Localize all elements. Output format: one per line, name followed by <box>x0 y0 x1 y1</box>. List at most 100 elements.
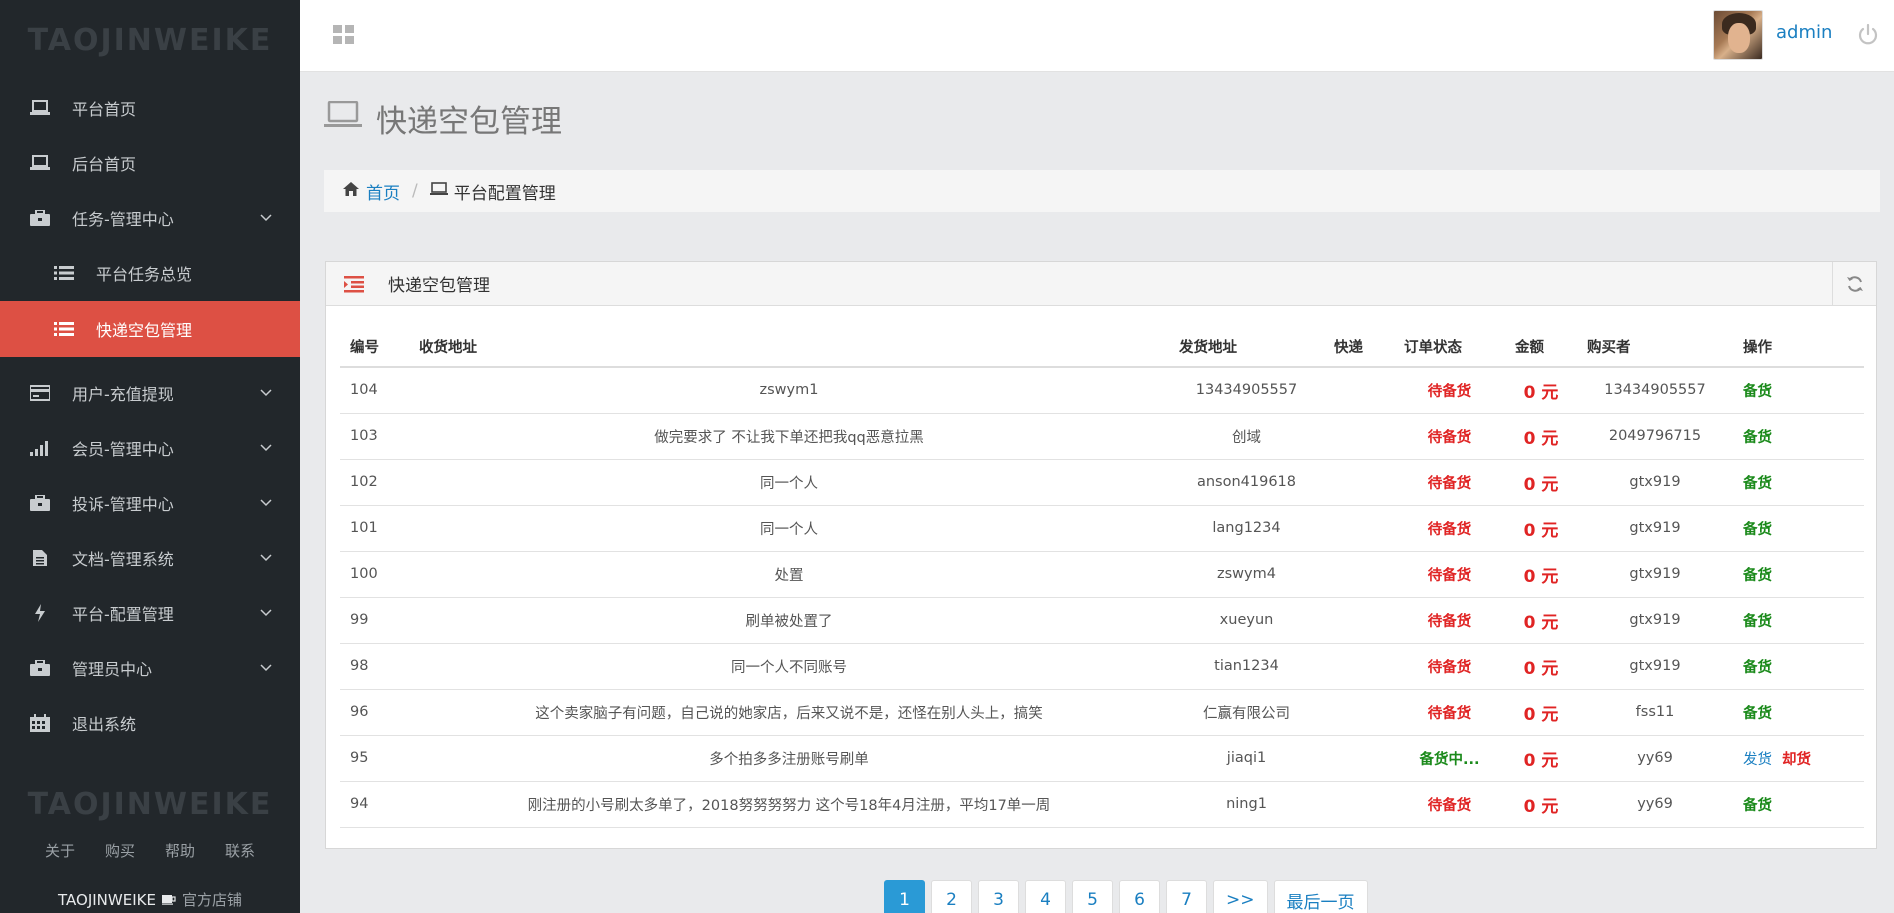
column-header-id[interactable]: 编号 <box>340 327 409 368</box>
column-header-action[interactable]: 操作 <box>1733 327 1864 368</box>
sidebar-item-label: 退出系统 <box>72 714 137 734</box>
footer-link-buy[interactable]: 购买 <box>105 840 135 861</box>
cell-action: 备货 <box>1733 643 1864 690</box>
footer-link-contact[interactable]: 联系 <box>225 840 255 861</box>
cell-buyer: gtx919 <box>1577 459 1733 506</box>
table-row: 100 处置 zswym4 待备货 0 元 gtx919 备货 <box>340 551 1864 598</box>
stock-button[interactable]: 备货 <box>1743 660 1772 676</box>
sidebar-item-platform-home[interactable]: 平台首页 <box>0 80 300 135</box>
stock-button[interactable]: 备货 <box>1743 568 1772 584</box>
sidebar-item-label: 用户-充值提现 <box>72 384 174 404</box>
column-header-send-address[interactable]: 发货地址 <box>1169 327 1324 368</box>
power-icon[interactable] <box>1857 23 1879 46</box>
cell-recv-address: 刚注册的小号刷太多单了，2018努努努努力 这个号18年4月注册，平均17单一周 <box>409 781 1169 828</box>
cell-express <box>1324 597 1394 644</box>
sidebar-item-admin-home[interactable]: 后台首页 <box>0 135 300 190</box>
breadcrumb-home-link[interactable]: 首页 <box>366 179 400 204</box>
sidebar-footer-shop[interactable]: TAOJINWEIKE 官方店铺 <box>0 889 300 910</box>
cell-id: 96 <box>340 689 409 736</box>
cell-recv-address: 同一个人 <box>409 505 1169 552</box>
sidebar-item-task-center[interactable]: 任务-管理中心 <box>0 190 300 245</box>
sidebar-item-docs-system[interactable]: 文档-管理系统 <box>0 530 300 585</box>
page-5-button[interactable]: 5 <box>1072 880 1113 913</box>
cell-status: 待备货 <box>1394 367 1505 414</box>
home-icon <box>342 181 360 202</box>
stock-button[interactable]: 备货 <box>1743 384 1772 400</box>
cell-status: 待备货 <box>1394 689 1505 736</box>
cell-buyer: fss11 <box>1577 689 1733 736</box>
bolt-icon <box>28 603 52 623</box>
stock-button[interactable]: 备货 <box>1743 706 1772 722</box>
table-row: 96 这个卖家脑子有问题，自己说的她家店，后来又说不是，还怪在别人头上，搞笑 仁… <box>340 689 1864 736</box>
username-link[interactable]: admin <box>1776 22 1832 43</box>
page-title: 快递空包管理 <box>324 96 562 141</box>
cell-id: 101 <box>340 505 409 552</box>
column-header-status[interactable]: 订单状态 <box>1394 327 1505 368</box>
page-4-button[interactable]: 4 <box>1025 880 1066 913</box>
sidebar-item-label: 文档-管理系统 <box>72 549 174 569</box>
refresh-icon[interactable] <box>1832 262 1876 305</box>
column-header-amount[interactable]: 金额 <box>1505 327 1577 368</box>
footer-link-help[interactable]: 帮助 <box>165 840 195 861</box>
cell-buyer: gtx919 <box>1577 551 1733 598</box>
cell-status: 待备货 <box>1394 643 1505 690</box>
cell-id: 102 <box>340 459 409 506</box>
stock-button[interactable]: 备货 <box>1743 522 1772 538</box>
sidebar-item-member-center[interactable]: 会员-管理中心 <box>0 420 300 475</box>
grid-menu-icon[interactable] <box>333 25 355 45</box>
page-2-button[interactable]: 2 <box>931 880 972 913</box>
sidebar-item-admin-center[interactable]: 管理员中心 <box>0 640 300 695</box>
cell-amount: 0 元 <box>1505 505 1577 552</box>
credit-card-icon <box>28 383 52 403</box>
cell-id: 104 <box>340 367 409 414</box>
cell-status: 待备货 <box>1394 781 1505 828</box>
sidebar-item-express-package[interactable]: 快递空包管理 <box>0 301 300 357</box>
next-page-button[interactable]: >> <box>1213 880 1268 913</box>
last-page-button[interactable]: 最后一页 <box>1273 880 1368 913</box>
page-1-button[interactable]: 1 <box>884 880 925 913</box>
footer-link-about[interactable]: 关于 <box>45 840 75 861</box>
laptop-icon <box>429 181 448 201</box>
cell-id: 103 <box>340 413 409 460</box>
table-row: 99 刷单被处置了 xueyun 待备货 0 元 gtx919 备货 <box>340 597 1864 644</box>
coffee-icon <box>161 891 176 909</box>
panel-title: 快递空包管理 <box>388 276 490 296</box>
stock-button[interactable]: 备货 <box>1743 798 1772 814</box>
cell-action: 备货 <box>1733 597 1864 644</box>
cell-send-address: 创域 <box>1169 413 1324 460</box>
ship-button[interactable]: 发货 <box>1743 752 1772 768</box>
sidebar-item-label: 平台首页 <box>72 99 137 119</box>
column-header-recv-address[interactable]: 收货地址 <box>409 327 1169 368</box>
avatar[interactable] <box>1713 10 1763 60</box>
column-header-buyer[interactable]: 购买者 <box>1577 327 1733 368</box>
sidebar-item-platform-config[interactable]: 平台-配置管理 <box>0 585 300 640</box>
list-icon <box>52 319 76 339</box>
breadcrumb: 首页 / 平台配置管理 <box>324 170 1880 212</box>
cell-action: 发货 却货 <box>1733 735 1864 782</box>
sidebar-item-label: 管理员中心 <box>72 659 153 679</box>
cell-id: 100 <box>340 551 409 598</box>
sidebar-item-label: 平台任务总览 <box>96 265 193 284</box>
sidebar-item-label: 快递空包管理 <box>96 321 193 340</box>
cell-amount: 0 元 <box>1505 413 1577 460</box>
stock-button[interactable]: 备货 <box>1743 430 1772 446</box>
column-header-express[interactable]: 快递 <box>1324 327 1394 368</box>
cell-express <box>1324 459 1394 506</box>
sidebar-item-complaint-center[interactable]: 投诉-管理中心 <box>0 475 300 530</box>
sidebar-item-recharge[interactable]: 用户-充值提现 <box>0 365 300 420</box>
cell-send-address: zswym4 <box>1169 551 1324 598</box>
top-bar: admin <box>300 0 1894 72</box>
page-6-button[interactable]: 6 <box>1119 880 1160 913</box>
stock-button[interactable]: 备货 <box>1743 476 1772 492</box>
cell-id: 98 <box>340 643 409 690</box>
sidebar-item-logout[interactable]: 退出系统 <box>0 695 300 750</box>
page-3-button[interactable]: 3 <box>978 880 1019 913</box>
cancel-stock-button[interactable]: 却货 <box>1782 752 1811 768</box>
sidebar-item-task-overview[interactable]: 平台任务总览 <box>0 245 300 301</box>
cell-recv-address: 刷单被处置了 <box>409 597 1169 644</box>
cell-status: 待备货 <box>1394 597 1505 644</box>
cell-amount: 0 元 <box>1505 459 1577 506</box>
stock-button[interactable]: 备货 <box>1743 614 1772 630</box>
page-7-button[interactable]: 7 <box>1166 880 1207 913</box>
cell-action: 备货 <box>1733 367 1864 414</box>
